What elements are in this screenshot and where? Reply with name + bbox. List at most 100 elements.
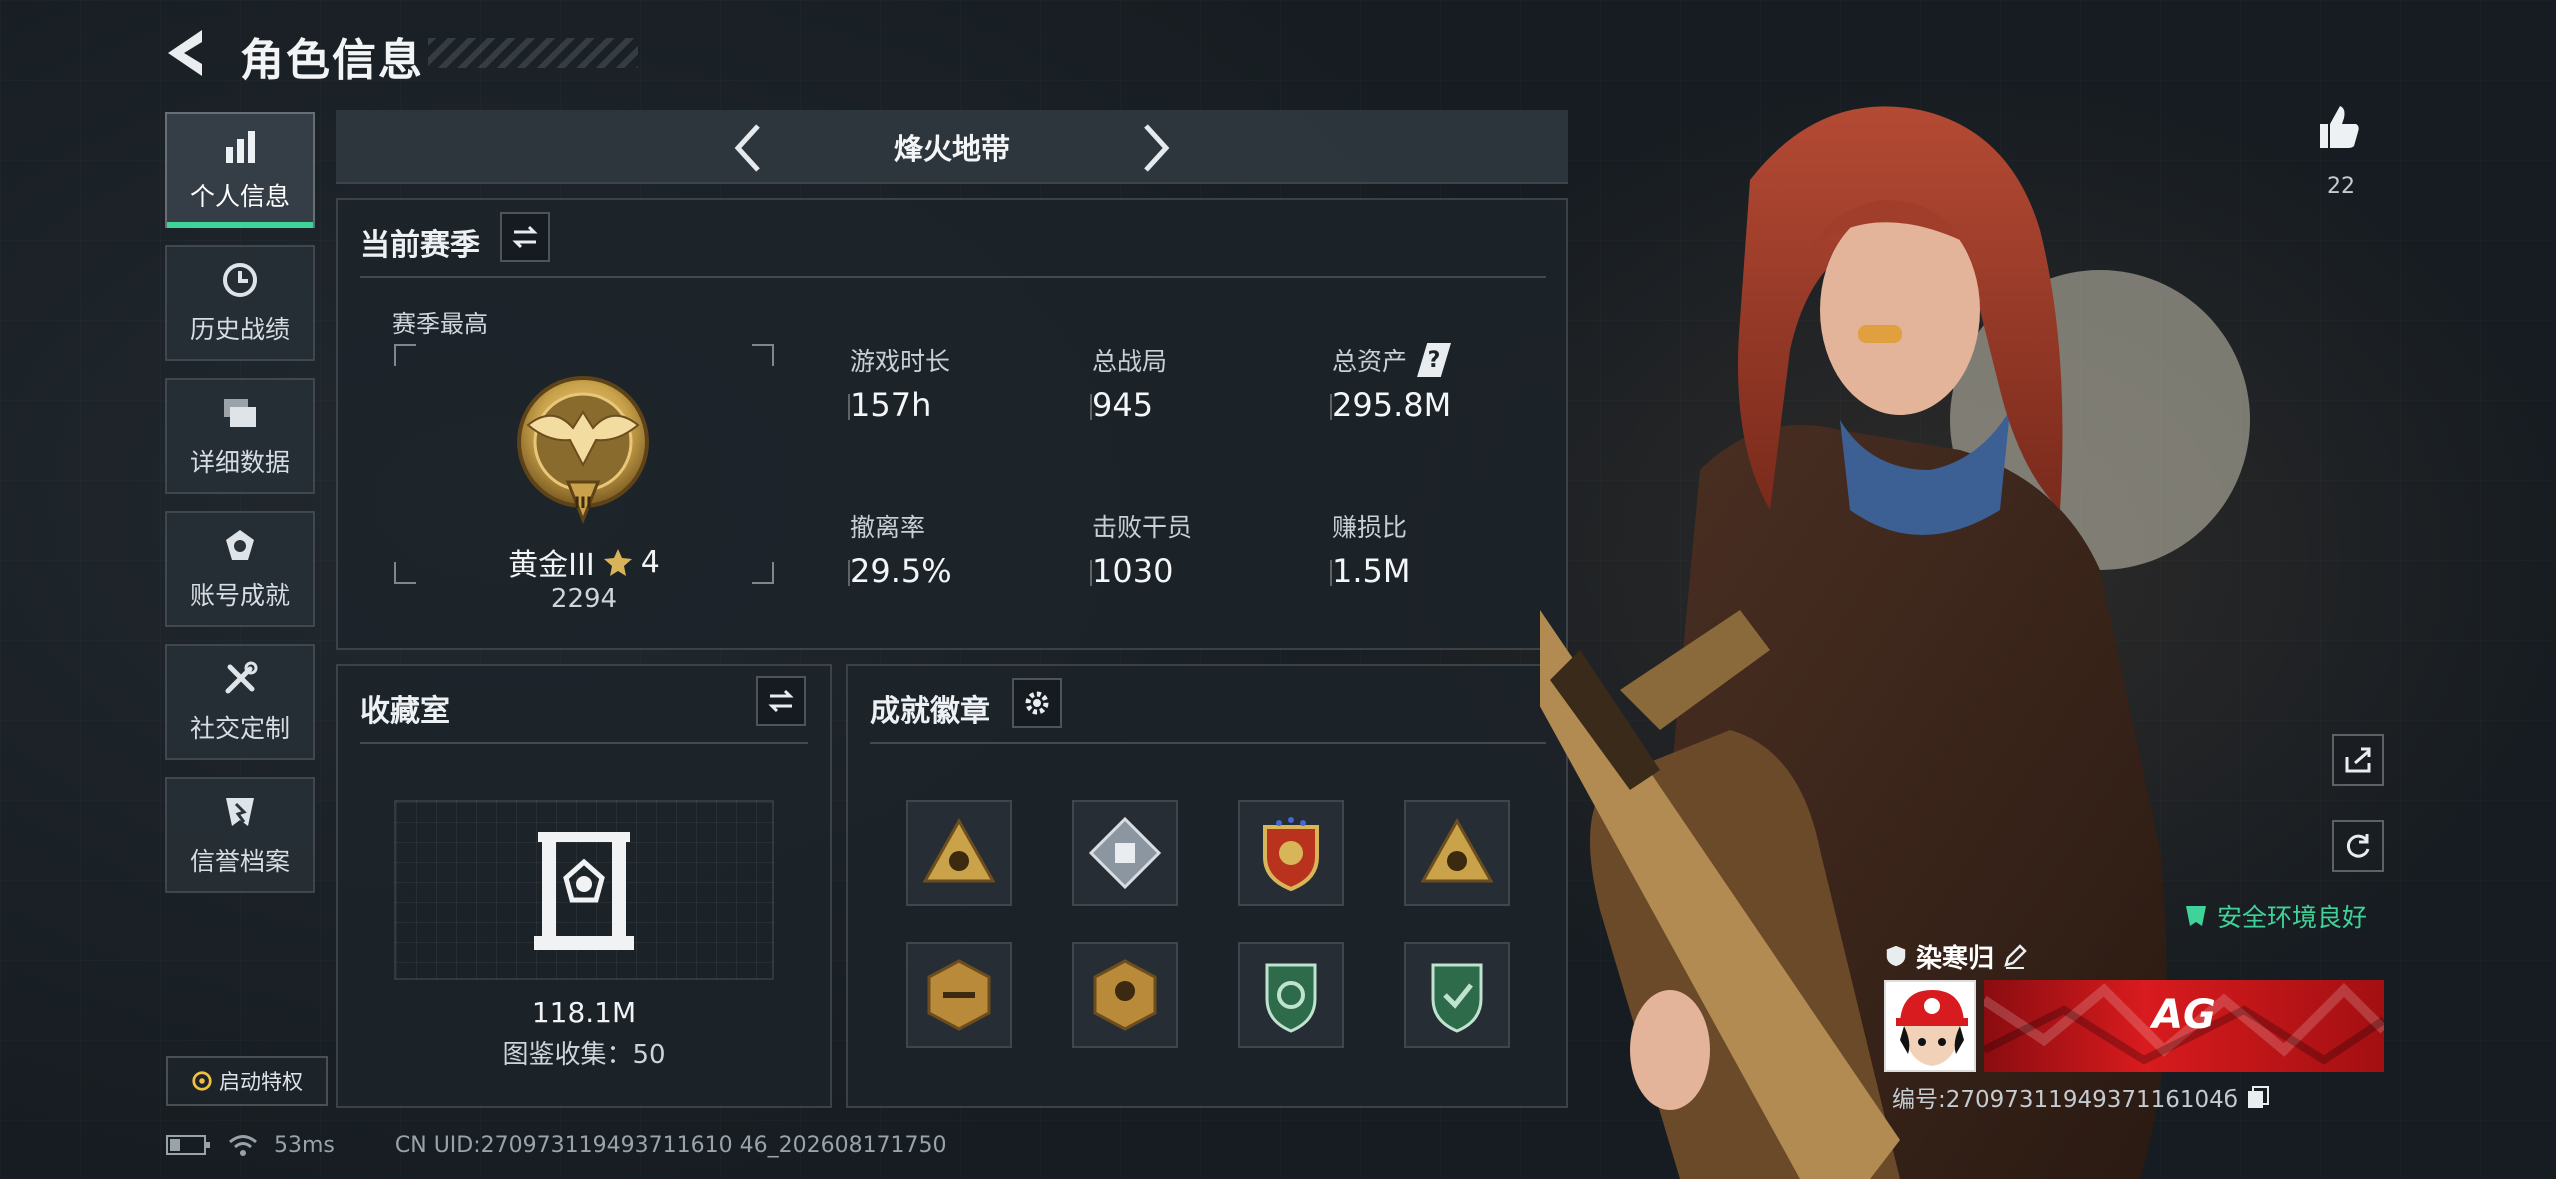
rank-stars: 4 — [640, 544, 660, 580]
sidebar-item-achievements[interactable]: 账号成就 — [165, 511, 315, 627]
environment-status-text: 安全环境良好 — [2217, 903, 2368, 932]
sidebar-item-label: 信誉档案 — [189, 847, 290, 876]
title-decoration — [428, 38, 638, 68]
achievement-badge[interactable] — [1072, 942, 1178, 1048]
season-divider — [360, 276, 1546, 278]
collection-value: 118.1M — [531, 996, 637, 1029]
sidebar-item-personal-info[interactable]: 个人信息 — [165, 112, 315, 228]
chevron-left-icon — [734, 124, 760, 172]
avatar[interactable] — [1884, 980, 1976, 1072]
svg-text:III: III — [574, 493, 592, 512]
battery-icon — [166, 1135, 210, 1155]
triangle-gold-badge-icon — [1420, 817, 1494, 883]
back-arrow-icon — [168, 30, 202, 76]
refresh-icon — [2346, 834, 2370, 858]
next-mode-button[interactable] — [1124, 118, 1184, 178]
rank-name: 黄金III — [508, 548, 595, 583]
stat-tick — [1330, 560, 1332, 586]
achievement-badge[interactable] — [906, 800, 1012, 906]
sidebar-item-label: 详细数据 — [189, 448, 290, 477]
player-banner: AG — [1984, 980, 2384, 1072]
achievement-badge[interactable] — [1238, 800, 1344, 906]
stat-cell: 击败干员 1030 — [1092, 508, 1192, 590]
status-footer: 53ms CN UID:270973119493711610 46_202608… — [166, 1128, 947, 1162]
help-icon[interactable]: ? — [1417, 343, 1452, 377]
edit-pencil-icon[interactable] — [2002, 943, 2028, 969]
player-name: 染寒归 — [1916, 943, 1995, 974]
uid: CN UID:270973119493711610 46_20260817175… — [394, 1132, 947, 1158]
stat-cell: 赚损比 1.5M — [1332, 508, 1411, 590]
stat-value: 29.5% — [850, 552, 952, 590]
player-id: 编号:2709731194937116104б — [1892, 1087, 2238, 1113]
like-count: 22 — [2327, 174, 2355, 199]
stat-cell: 总资产 ? 295.8M — [1332, 342, 1451, 424]
stat-tick — [1330, 394, 1332, 420]
stat-value: 945 — [1092, 386, 1154, 424]
previous-mode-button[interactable] — [720, 118, 780, 178]
frame-corner — [752, 344, 774, 366]
share-icon — [2345, 747, 2371, 773]
sidebar-item-label: 个人信息 — [189, 182, 290, 211]
stat-cell: 总战局 945 — [1092, 342, 1167, 424]
clock-history-icon — [223, 263, 257, 297]
sidebar-item-credit-record[interactable]: 信誉档案 — [165, 777, 315, 893]
catalog-count: 图鉴收集：50 — [502, 1040, 666, 1070]
swap-icon — [512, 225, 538, 249]
stat-label: 击败干员 — [1092, 513, 1193, 542]
stat-tick — [848, 394, 850, 420]
star-icon — [603, 549, 632, 576]
copy-icon[interactable] — [2246, 1085, 2270, 1109]
safe-shield-icon — [2186, 906, 2206, 926]
privilege-label: 启动特权 — [219, 1070, 303, 1094]
achievements-settings-button[interactable] — [1012, 678, 1062, 728]
stat-tick — [1090, 560, 1092, 586]
crest-red-badge-icon — [1263, 817, 1319, 892]
achievement-icon — [226, 530, 254, 560]
rotate-button[interactable] — [2332, 820, 2384, 872]
sidebar-item-detailed-data[interactable]: 详细数据 — [165, 378, 315, 494]
frame-corner — [394, 344, 416, 366]
chevron-right-icon — [1144, 124, 1170, 172]
stat-cell: 撤离率 29.5% — [850, 508, 952, 590]
sidebar-item-history[interactable]: 历史战绩 — [165, 245, 315, 361]
stat-label: 总战局 — [1092, 347, 1168, 376]
achievement-badge[interactable] — [1238, 942, 1344, 1048]
gold-eagle-rank-icon: III — [517, 376, 649, 525]
achievement-badge[interactable] — [906, 942, 1012, 1048]
player-id-row: 编号:2709731194937116104б — [1892, 1080, 2270, 1114]
sidebar-item-label: 社交定制 — [189, 714, 290, 743]
stat-tick — [1090, 394, 1092, 420]
avatar-image — [1886, 982, 1974, 1070]
season-panel-title: 当前赛季 — [360, 228, 480, 263]
launch-privilege-button[interactable]: 启动特权 — [166, 1056, 328, 1106]
stat-label: 总资产 — [1332, 347, 1408, 376]
share-button[interactable] — [2332, 734, 2384, 786]
sidebar-item-social-custom[interactable]: 社交定制 — [165, 644, 315, 760]
achievement-badge[interactable] — [1404, 942, 1510, 1048]
rank-name-row: 黄金III 4 — [394, 540, 774, 584]
like-button[interactable] — [2316, 102, 2360, 152]
stat-label: 赚损比 — [1332, 513, 1408, 542]
sidebar-item-label: 历史战绩 — [189, 315, 290, 344]
achievement-badge[interactable] — [1072, 800, 1178, 906]
triangle-gold-badge-icon — [922, 817, 996, 883]
switch-season-button[interactable] — [500, 212, 550, 262]
team-logo-text: AG — [2152, 992, 2216, 1038]
stat-tick — [848, 560, 850, 586]
player-shield-icon — [1886, 945, 1906, 967]
switch-collection-button[interactable] — [756, 676, 806, 726]
collection-divider — [360, 742, 808, 744]
back-button[interactable] — [162, 26, 212, 80]
stat-value: 1030 — [1092, 552, 1174, 590]
shield-green-badge-icon — [1265, 963, 1317, 1033]
shield-green-badge-icon — [1431, 963, 1483, 1033]
stat-label: 撤离率 — [850, 513, 926, 542]
swap-icon — [768, 689, 794, 713]
thumbs-up-icon — [2320, 106, 2359, 148]
rank-score: 2294 — [550, 584, 618, 614]
ping: 53ms — [274, 1132, 335, 1158]
wifi-icon — [229, 1135, 257, 1156]
achievement-badge[interactable] — [1404, 800, 1510, 906]
privilege-icon — [192, 1071, 212, 1091]
season-best-label: 赛季最高 — [392, 310, 488, 338]
